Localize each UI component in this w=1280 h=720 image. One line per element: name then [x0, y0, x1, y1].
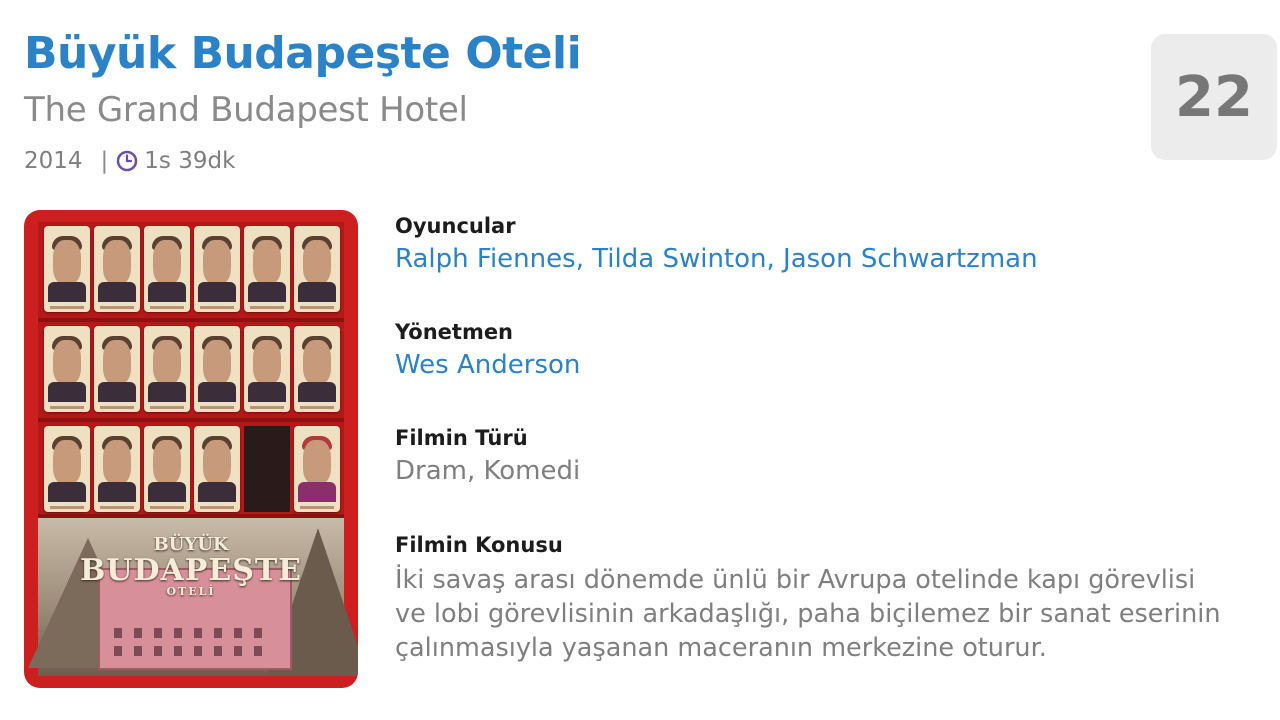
director-link[interactable]: Wes Anderson [395, 350, 580, 380]
plot-label: Filmin Konusu [395, 533, 563, 557]
poster-shelf-row [38, 222, 344, 317]
genre-section: Filmin Türü Dram, Komedi [395, 426, 580, 486]
clock-icon [116, 150, 138, 172]
plot-line: ve lobi görevlisinin arkadaşlığı, paha b… [395, 599, 1221, 629]
movie-meta: 2014 | 1s 39dk [24, 148, 235, 174]
meta-separator: | [100, 148, 109, 174]
cast-link[interactable]: Jason Schwartzman [783, 244, 1038, 274]
poster-shelf-row [38, 422, 344, 517]
cast-separator: , [766, 244, 784, 274]
genre-label: Filmin Türü [395, 426, 528, 450]
cast-link[interactable]: Ralph Fiennes [395, 244, 576, 274]
poster-hotel-scene: BÜYÜK BUDAPEŞTE OTELİ [28, 518, 358, 676]
plot-text: İki savaş arası dönemde ünlü bir Avrupa … [395, 563, 1275, 665]
cast-section: Oyuncular Ralph Fiennes, Tilda Swinton, … [395, 214, 1038, 274]
cast-list: Ralph Fiennes, Tilda Swinton, Jason Schw… [395, 244, 1038, 274]
poster-shelf-row [38, 322, 344, 417]
genre-value: Dram, Komedi [395, 456, 581, 486]
plot-line: çalınmasıyla yaşanan maceranın merkezine… [395, 633, 1047, 663]
original-title: The Grand Budapest Hotel [24, 90, 468, 130]
poster-title-line: BUDAPEŞTE [79, 552, 303, 588]
poster-title-line: OTELİ [166, 585, 216, 599]
movie-title: Büyük Budapeşte Oteli [24, 28, 582, 79]
director-label: Yönetmen [395, 320, 514, 344]
cast-link[interactable]: Tilda Swinton [592, 244, 766, 274]
plot-section: Filmin Konusu İki savaş arası dönemde ün… [395, 533, 1275, 665]
plot-line: İki savaş arası dönemde ünlü bir Avrupa … [395, 565, 1196, 595]
poster-artwork: BÜYÜK BUDAPEŞTE OTELİ [28, 222, 358, 676]
cast-separator: , [575, 244, 593, 274]
release-year: 2014 [24, 148, 83, 174]
movie-poster[interactable]: BÜYÜK BUDAPEŞTE OTELİ [24, 210, 358, 688]
score-badge: 22 [1151, 34, 1277, 160]
poster-title: BÜYÜK BUDAPEŞTE OTELİ [38, 535, 344, 599]
cast-label: Oyuncular [395, 214, 516, 238]
duration: 1s 39dk [144, 148, 236, 174]
director-section: Yönetmen Wes Anderson [395, 320, 580, 380]
